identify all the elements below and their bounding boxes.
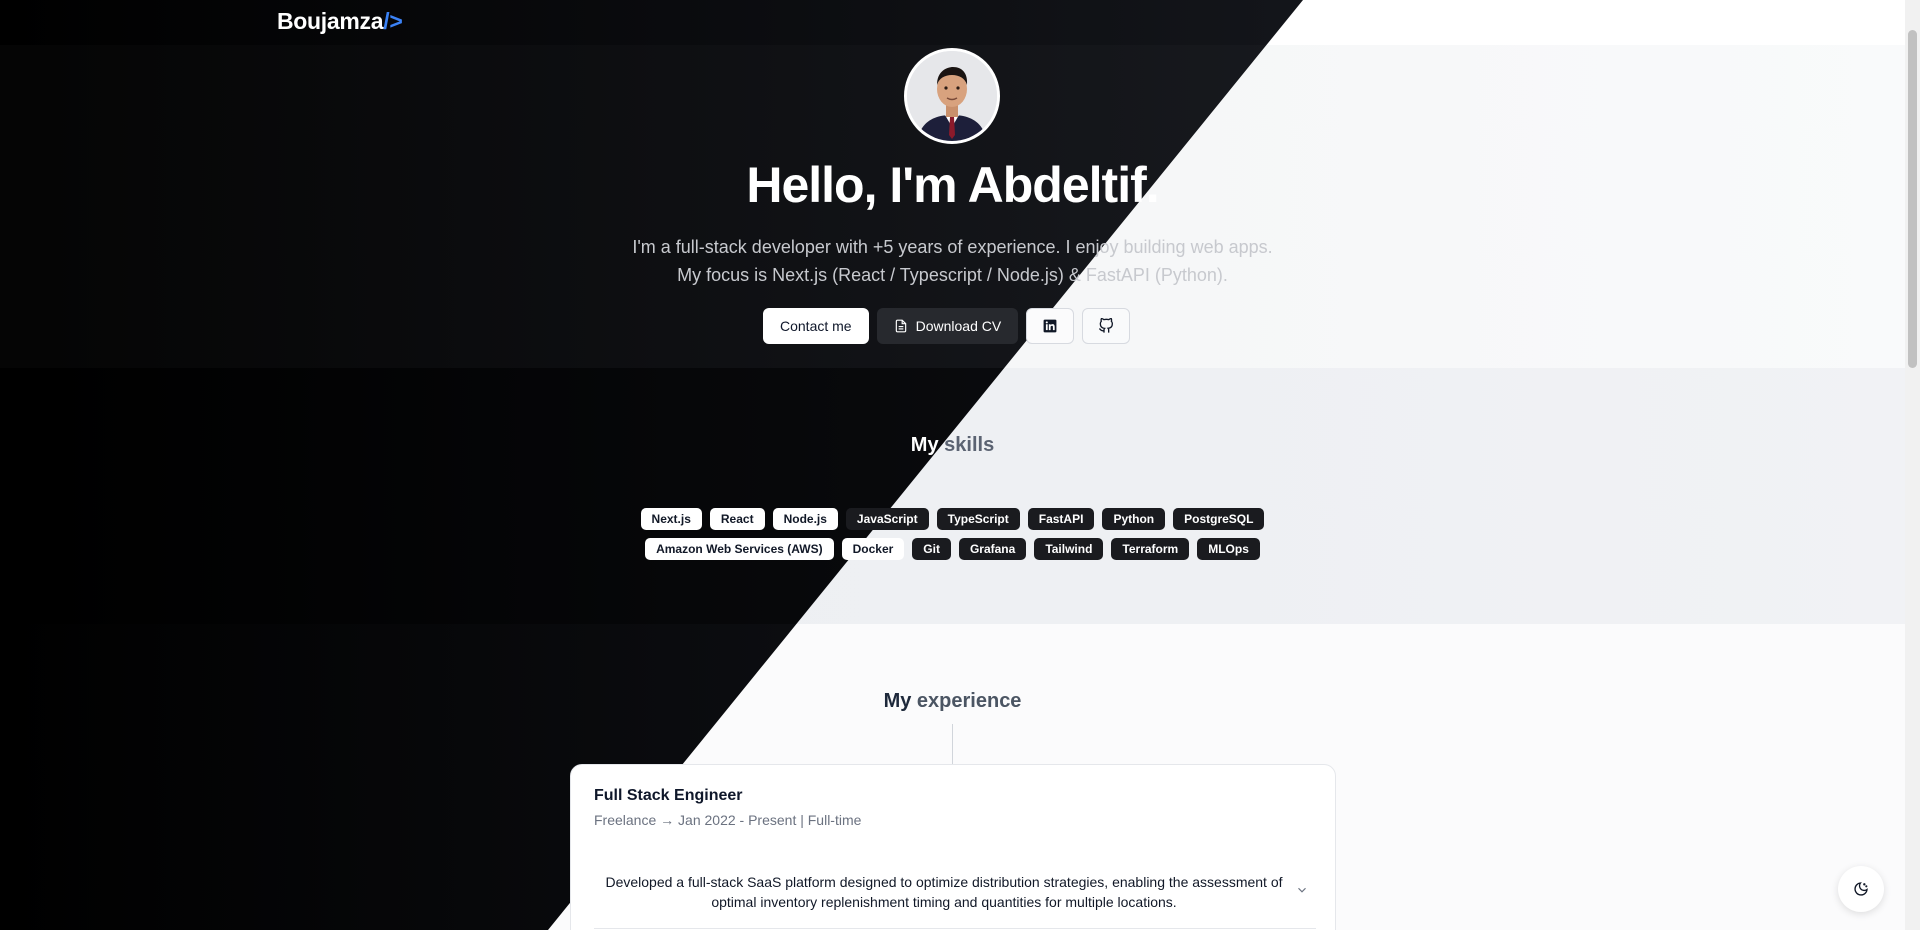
github-button[interactable] [1082, 308, 1131, 344]
experience-meta: Freelance → Jan 2022 - Present | Full-ti… [594, 812, 862, 828]
skill-badge: Next.js [640, 508, 702, 530]
skills-title-word2: skills [944, 434, 995, 460]
download-cv-label: Download CV [915, 318, 1002, 334]
hero-subtitle-line1: I'm a full-stack developer with +5 years… [632, 237, 1273, 257]
chevron-down-icon[interactable] [1295, 883, 1309, 897]
logo-text: Boujamza [277, 8, 384, 34]
moon-icon [1854, 882, 1868, 896]
logo[interactable]: Boujamza/> [277, 8, 403, 35]
scrollbar-thumb[interactable] [1908, 30, 1917, 368]
hero-title-name: I'm Abdeltif [889, 157, 1147, 213]
contact-button[interactable]: Contact me [763, 308, 869, 344]
skill-badge: FastAPI [1027, 508, 1095, 530]
avatar [904, 48, 1000, 144]
logo-accent: /> [383, 8, 403, 34]
document-icon [895, 319, 906, 333]
experience-description[interactable]: Developed a full-stack SaaS platform des… [594, 872, 1294, 912]
skill-badge: Git [912, 538, 951, 560]
linkedin-button[interactable] [1026, 308, 1075, 344]
scrollbar[interactable] [1905, 0, 1920, 930]
github-icon [1099, 318, 1114, 333]
hero-subtitle: I'm a full-stack developer with +5 years… [0, 233, 1905, 289]
site-header: Boujamza/> [0, 0, 1920, 45]
hero-title: Hello, I'm Abdeltif. [0, 156, 1905, 214]
timeline-line [952, 724, 953, 764]
theme-toggle-button[interactable] [1838, 866, 1884, 912]
skill-badge: Terraform [1111, 538, 1190, 560]
experience-card: Full Stack Engineer Freelance → Jan 2022… [570, 764, 1336, 930]
skill-badge: Amazon Web Services (AWS) [645, 538, 834, 560]
divider [594, 928, 1316, 929]
skill-badge: React [709, 508, 765, 530]
experience-role: Full Stack Engineer [594, 787, 743, 804]
skill-badge: Docker [841, 538, 905, 560]
hero-title-suffix: . [1145, 157, 1160, 213]
skills-title-word1: My [910, 434, 939, 460]
portrait-image [907, 51, 997, 141]
experience-title: My experience [0, 690, 1905, 716]
skill-badge: Python [1102, 508, 1166, 530]
skill-badge: Grafana [958, 538, 1027, 560]
hero-title-prefix: Hello, [746, 157, 890, 213]
skill-badge: PostgreSQL [1173, 508, 1265, 530]
skill-badge: JavaScript [845, 508, 929, 530]
experience-title-word2: experience [916, 690, 1022, 716]
skills-title: My skills [0, 434, 1905, 460]
skill-badge: TypeScript [936, 508, 1020, 530]
hero-buttons: Contact me Download CV [763, 308, 1131, 344]
hero-subtitle-line2: My focus is Next.js (React / Typescript … [677, 265, 1228, 285]
skill-badge: Node.js [772, 508, 838, 530]
linkedin-icon [1043, 319, 1057, 333]
skills-list: Next.js React Node.js JavaScript TypeScr… [620, 508, 1285, 560]
experience-title-word1: My [883, 690, 912, 716]
skill-badge: Tailwind [1034, 538, 1104, 560]
skill-badge: MLOps [1197, 538, 1260, 560]
download-cv-button[interactable]: Download CV [876, 308, 1019, 344]
